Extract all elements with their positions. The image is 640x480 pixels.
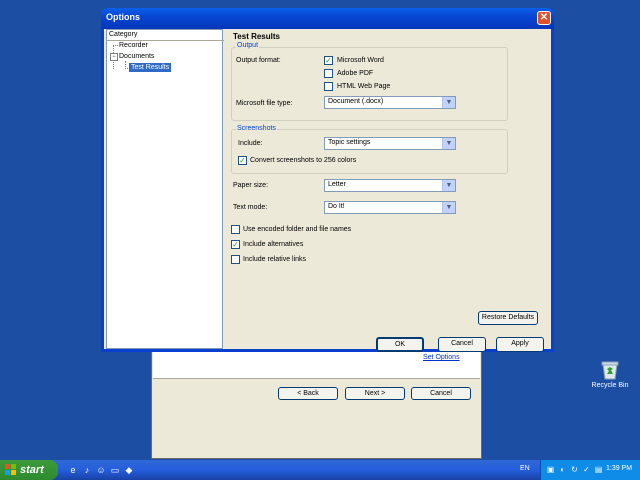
paper-size-label: Paper size:: [233, 182, 269, 189]
security-icon[interactable]: ✓: [581, 464, 592, 475]
paper-size-select[interactable]: Letter ▼: [324, 179, 456, 192]
screenshots-group-label: Screenshots: [236, 125, 277, 132]
tree-item-recorder[interactable]: Recorder: [119, 41, 148, 50]
wizard-separator: [153, 378, 480, 379]
relative-links-checkbox[interactable]: [231, 255, 240, 264]
include-value: Topic settings: [328, 139, 371, 146]
tree-item-documents[interactable]: Documents: [119, 52, 154, 61]
chevron-down-icon: ▼: [442, 180, 455, 191]
network-icon[interactable]: ▣: [545, 464, 556, 475]
convert-colors-checkbox[interactable]: ✓: [238, 156, 247, 165]
microsoft-word-checkbox[interactable]: ✓: [324, 56, 333, 65]
restore-defaults-button[interactable]: Restore Defaults: [478, 311, 538, 325]
wizard-window: Set Options < Back Next > Cancel: [151, 351, 482, 459]
wizard-content-area: Set Options: [153, 352, 480, 378]
microsoft-word-label: Microsoft Word: [337, 57, 384, 64]
options-title: Options: [106, 12, 140, 22]
taskbar: start e ♪ ☺ ▭ ◆ EN ▣ ◐ ↻ ✓ ▤ 1:39 PM: [0, 460, 640, 480]
ok-button[interactable]: OK: [376, 337, 424, 352]
windows-flag-icon: [5, 464, 17, 476]
chevron-down-icon: ▼: [442, 97, 455, 108]
set-options-link[interactable]: Set Options: [423, 354, 460, 361]
options-dialog: Options ✕ Category Recorder − Documents …: [101, 8, 554, 352]
options-client: Category Recorder − Documents Test Resul…: [104, 29, 551, 352]
tree-line: [113, 45, 118, 46]
tree-item-test-results[interactable]: Test Results: [129, 63, 172, 72]
paper-size-value: Letter: [328, 181, 346, 188]
messenger-icon[interactable]: ☺: [95, 464, 107, 476]
collapse-icon[interactable]: −: [110, 53, 118, 61]
output-format-label: Output format:: [236, 57, 281, 64]
recycle-bin[interactable]: Recycle Bin: [590, 360, 630, 389]
include-alternatives-checkbox[interactable]: ✓: [231, 240, 240, 249]
encoded-names-label: Use encoded folder and file names: [243, 226, 352, 233]
output-group-label: Output: [236, 42, 260, 49]
close-icon[interactable]: ✕: [537, 11, 551, 25]
start-label: start: [20, 464, 44, 476]
screenshots-group: [231, 129, 508, 174]
recycle-bin-icon: [601, 361, 619, 380]
language-indicator[interactable]: EN: [520, 465, 530, 472]
tray-app-icon[interactable]: ▤: [593, 464, 604, 475]
app-icon[interactable]: ◆: [123, 464, 135, 476]
html-web-page-checkbox[interactable]: [324, 82, 333, 91]
back-button[interactable]: < Back: [278, 387, 338, 400]
media-icon[interactable]: ♪: [81, 464, 93, 476]
relative-links-label: Include relative links: [243, 256, 307, 263]
convert-colors-label: Convert screenshots to 256 colors: [250, 157, 357, 164]
next-button[interactable]: Next >: [345, 387, 405, 400]
options-titlebar[interactable]: Options ✕: [101, 8, 554, 29]
internet-explorer-icon[interactable]: e: [67, 464, 79, 476]
apply-button[interactable]: Apply: [496, 337, 544, 352]
include-select[interactable]: Topic settings ▼: [324, 137, 456, 150]
chevron-down-icon: ▼: [442, 138, 455, 149]
recycle-bin-label: Recycle Bin: [591, 382, 629, 389]
text-mode-label: Text mode:: [233, 204, 268, 211]
text-mode-select[interactable]: Do It! ▼: [324, 201, 456, 214]
volume-icon[interactable]: ◐: [557, 464, 568, 475]
folder-icon[interactable]: ▭: [109, 464, 121, 476]
wizard-cancel-button[interactable]: Cancel: [411, 387, 471, 400]
start-button[interactable]: start: [0, 460, 58, 480]
include-label: Include:: [238, 140, 263, 147]
system-tray: ▣ ◐ ↻ ✓ ▤ 1:39 PM: [540, 460, 640, 480]
category-tree[interactable]: Category Recorder − Documents Test Resul…: [106, 29, 224, 349]
html-web-page-label: HTML Web Page: [337, 83, 391, 90]
cancel-button[interactable]: Cancel: [438, 337, 486, 352]
chevron-down-icon: ▼: [442, 202, 455, 213]
sync-icon[interactable]: ↻: [569, 464, 580, 475]
text-mode-value: Do It!: [328, 203, 345, 210]
encoded-names-checkbox[interactable]: [231, 225, 240, 234]
file-type-value: Document (.docx): [328, 98, 384, 105]
category-header: Category: [107, 30, 224, 41]
clock: 1:39 PM: [606, 465, 633, 472]
file-type-label: Microsoft file type:: [236, 100, 293, 107]
adobe-pdf-checkbox[interactable]: [324, 69, 333, 78]
adobe-pdf-label: Adobe PDF: [337, 70, 374, 77]
page-title: Test Results: [233, 32, 280, 41]
include-alternatives-label: Include alternatives: [243, 241, 304, 248]
file-type-select[interactable]: Document (.docx) ▼: [324, 96, 456, 109]
